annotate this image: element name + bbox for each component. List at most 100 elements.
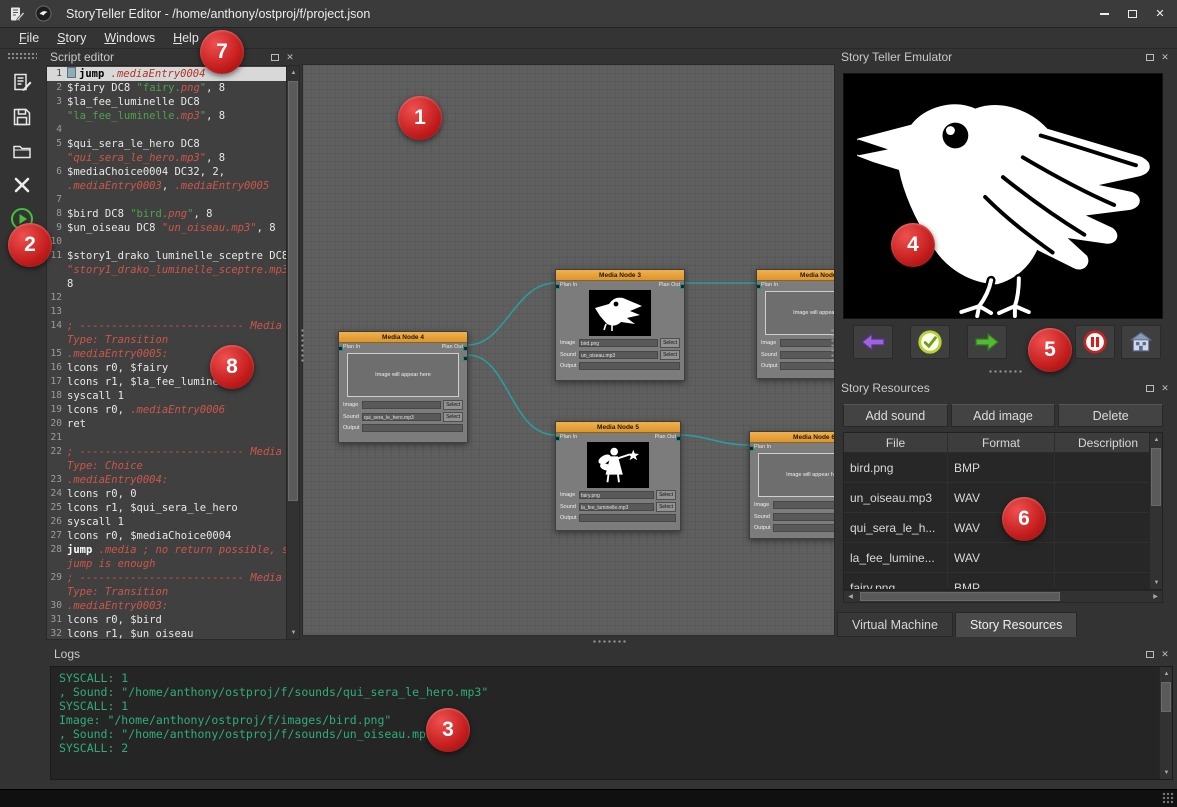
select-button[interactable]: Select: [660, 350, 680, 360]
code-editor[interactable]: 1jump .mediaEntry00042$fairy DC8 "fairy.…: [46, 65, 300, 640]
minimize-button[interactable]: [1091, 4, 1117, 24]
close-panel-icon[interactable]: ✕: [1159, 382, 1171, 394]
float-panel-icon[interactable]: [1144, 648, 1156, 660]
output-port[interactable]: [463, 346, 468, 351]
table-vertical-scrollbar[interactable]: ▲ ▼: [1149, 433, 1162, 589]
float-panel-icon[interactable]: [1144, 51, 1156, 63]
scroll-thumb[interactable]: [860, 592, 1060, 601]
select-button[interactable]: Select: [660, 338, 680, 348]
validate-button[interactable]: [910, 325, 950, 359]
menu-bar: FileStoryWindowsHelp: [0, 28, 1177, 49]
column-header-format[interactable]: Format: [948, 433, 1055, 452]
column-header-file[interactable]: File: [844, 433, 948, 452]
table-row[interactable]: bird.pngBMP: [844, 453, 1162, 483]
media-node[interactable]: Media Node 6Plan InImage will appear her…: [749, 431, 835, 539]
code-vertical-scrollbar[interactable]: ▲ ▼: [286, 66, 299, 639]
scroll-down-icon[interactable]: ▼: [1160, 766, 1173, 779]
code-line: "qui_sera_le_hero.mp3", 8: [47, 151, 286, 165]
input-port[interactable]: [555, 284, 560, 289]
close-panel-icon[interactable]: ✕: [284, 51, 296, 63]
input-port[interactable]: [756, 284, 761, 289]
app-icon: [33, 4, 53, 24]
table-row[interactable]: la_fee_lumine...WAV: [844, 543, 1162, 573]
close-button[interactable]: ✕: [1147, 4, 1173, 24]
scroll-left-icon[interactable]: ◀: [844, 590, 857, 603]
media-node[interactable]: Media Node 3Plan InPlan OutImagebird.png…: [555, 269, 685, 381]
code-line: 8: [47, 277, 286, 291]
code-area[interactable]: 1jump .mediaEntry00042$fairy DC8 "fairy.…: [47, 67, 286, 639]
delete-button[interactable]: Delete: [1058, 404, 1163, 427]
table-row[interactable]: un_oiseau.mp3WAV: [844, 483, 1162, 513]
open-project-button[interactable]: [6, 136, 38, 166]
code-line: 13: [47, 305, 286, 319]
node-field-value: bird.png: [579, 339, 658, 347]
pause-button[interactable]: [1075, 325, 1115, 359]
node-header[interactable]: Media Node 3: [556, 270, 684, 281]
scroll-thumb[interactable]: [1151, 448, 1161, 506]
float-panel-icon[interactable]: [1144, 382, 1156, 394]
emulator-titlebar: Story Teller Emulator ✕: [835, 49, 1177, 65]
node-header[interactable]: Media Node 1: [757, 270, 835, 281]
output-port[interactable]: [463, 356, 468, 361]
code-line: 25lcons r1, $qui_sera_le_hero: [47, 501, 286, 515]
node-header[interactable]: Media Node 6: [750, 432, 835, 443]
tab-story-resources[interactable]: Story Resources: [955, 612, 1077, 637]
new-script-button[interactable]: [6, 68, 38, 98]
table-row[interactable]: fairy.pngBMP: [844, 573, 1162, 590]
menu-file[interactable]: File: [10, 29, 48, 47]
media-node[interactable]: Media Node 4Plan InPlan OutImage will ap…: [338, 331, 468, 443]
close-panel-icon[interactable]: ✕: [1159, 648, 1171, 660]
output-port[interactable]: [676, 436, 681, 441]
scroll-thumb[interactable]: [1161, 682, 1171, 712]
float-panel-icon[interactable]: [269, 51, 281, 63]
table-horizontal-scrollbar[interactable]: ◀ ▶: [843, 590, 1163, 603]
maximize-button[interactable]: [1119, 4, 1145, 24]
scroll-down-icon[interactable]: ▼: [287, 626, 300, 639]
add-image-button[interactable]: Add image: [951, 404, 1056, 427]
input-port[interactable]: [749, 446, 754, 451]
input-port[interactable]: [555, 436, 560, 441]
scroll-right-icon[interactable]: ▶: [1149, 590, 1162, 603]
media-node[interactable]: Media Node 1Plan InImage will appear her…: [756, 269, 835, 379]
annotation-badge-1: 1: [398, 96, 442, 140]
media-node[interactable]: Media Node 5Plan InPlan OutImagefairy.pn…: [555, 421, 681, 531]
scroll-up-icon[interactable]: ▲: [1160, 667, 1173, 680]
emulator-resources-splitter[interactable]: [988, 369, 1022, 374]
logs-vertical-scrollbar[interactable]: ▲ ▼: [1159, 667, 1172, 779]
node-canvas[interactable]: Media Node 4Plan InPlan OutImage will ap…: [302, 64, 835, 636]
node-ports: Plan In: [757, 281, 835, 289]
menu-story[interactable]: Story: [48, 29, 95, 47]
bottom-tabs: Virtual MachineStory Resources: [837, 612, 1077, 637]
log-line: SYSCALL: 1: [59, 671, 1156, 685]
node-field-row: SoundSelect: [750, 511, 835, 523]
scroll-down-icon[interactable]: ▼: [1150, 576, 1163, 589]
scroll-up-icon[interactable]: ▲: [1150, 433, 1163, 446]
menu-windows[interactable]: Windows: [95, 29, 164, 47]
add-sound-button[interactable]: Add sound: [843, 404, 948, 427]
select-button[interactable]: Select: [656, 490, 676, 500]
scroll-thumb[interactable]: [288, 81, 298, 501]
tab-virtual-machine[interactable]: Virtual Machine: [837, 612, 953, 637]
home-button[interactable]: [1121, 325, 1161, 359]
next-button[interactable]: [967, 325, 1007, 359]
select-button[interactable]: Select: [656, 502, 676, 512]
node-header[interactable]: Media Node 5: [556, 422, 680, 433]
save-button[interactable]: [6, 102, 38, 132]
toolbar-drag-handle[interactable]: [7, 52, 37, 60]
editor-doc-icon: [7, 4, 27, 24]
resize-grip[interactable]: [1162, 792, 1174, 804]
select-button[interactable]: Select: [443, 400, 463, 410]
back-button[interactable]: [853, 325, 893, 359]
splitter-left-handle[interactable]: [300, 328, 305, 362]
close-panel-icon[interactable]: ✕: [1159, 51, 1171, 63]
splitter-bottom-handle[interactable]: [592, 639, 626, 644]
annotation-badge-8: 8: [210, 345, 254, 389]
node-field-value: [362, 424, 463, 432]
node-header[interactable]: Media Node 4: [339, 332, 467, 343]
input-port[interactable]: [338, 346, 343, 351]
scroll-up-icon[interactable]: ▲: [287, 66, 300, 79]
close-project-button[interactable]: [6, 170, 38, 200]
column-header-description[interactable]: Description: [1055, 433, 1162, 452]
select-button[interactable]: Select: [443, 412, 463, 422]
output-port[interactable]: [680, 284, 685, 289]
